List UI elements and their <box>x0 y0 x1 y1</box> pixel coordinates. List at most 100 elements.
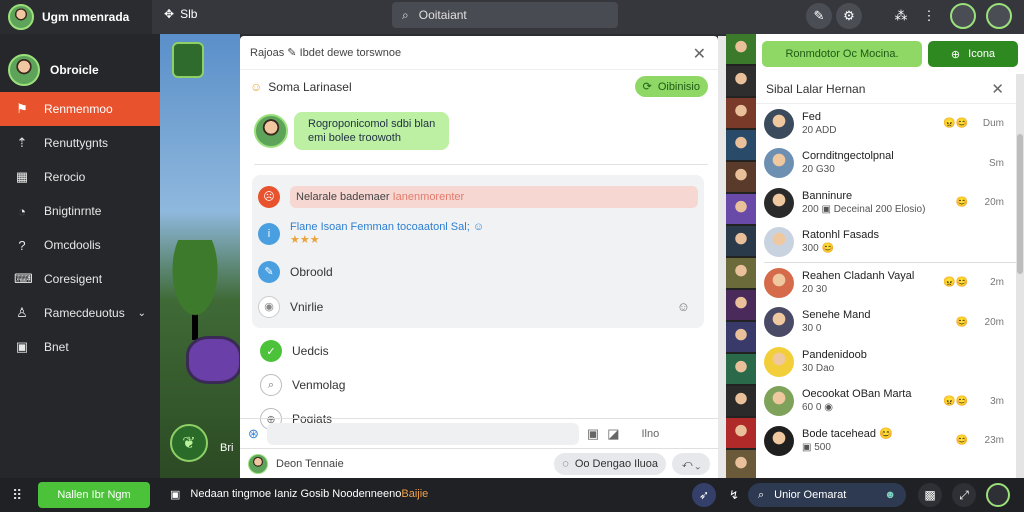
avatar <box>764 386 794 417</box>
sidebar-user[interactable]: Obroicle <box>0 34 160 92</box>
status-pill[interactable]: ⌕ Unior Oemarat ☻ <box>748 483 906 507</box>
search-icon: ⌕ <box>758 488 765 501</box>
friend-name: Ratonhl Fasads <box>802 229 880 242</box>
user-avatar <box>8 54 40 86</box>
grid-icon[interactable]: ⠿ <box>12 487 22 504</box>
option-view[interactable]: ◉ Vnirlie ☺ <box>258 289 698 324</box>
player-avatar[interactable] <box>726 290 756 320</box>
sidebar-item[interactable]: ♙ Ramecdeuotus ⌄ <box>0 296 160 330</box>
send-button[interactable]: Ilno <box>642 428 660 440</box>
player-avatar[interactable] <box>726 194 756 224</box>
search-input[interactable]: Ooitaiant <box>419 8 467 22</box>
player-avatar[interactable] <box>726 162 756 192</box>
primary-action-button[interactable]: Ronmdotor Oc Mocina. <box>762 41 922 67</box>
secondary-action-button[interactable]: ⊕ Icona <box>928 41 1018 67</box>
gift-icon[interactable]: ▩ <box>918 483 942 507</box>
warning-row[interactable]: ☹ Nelarale bademaer Ianenmorenter <box>258 179 698 214</box>
composer: ⊛ ▣ ◪ Ilno <box>240 418 718 448</box>
friend-row[interactable]: Banninure 200 ▣ Deceinal 200 Elosio) 😊 20m <box>756 183 1024 223</box>
pen-icon[interactable]: ✎ <box>806 3 832 29</box>
profile-avatar[interactable] <box>986 483 1010 507</box>
chevron-down-icon[interactable]: ⌄ <box>138 308 146 319</box>
sender-avatar[interactable] <box>254 114 288 148</box>
option-edit[interactable]: ✎ Obroold <box>258 254 698 289</box>
sidebar-item[interactable]: ⚑ Renmenmoo <box>0 92 160 126</box>
sidebar-item[interactable]: ▦ Rerocio <box>0 160 160 194</box>
status-button[interactable]: ⟳ Oibinisio <box>634 76 708 97</box>
player-avatar[interactable] <box>726 34 756 64</box>
bottom-bar: ⠿ Nallen Ibr Ngm ▣ Nedaan tingmoe Ianiz … <box>0 478 1024 512</box>
primary-bottom-button[interactable]: Nallen Ibr Ngm <box>38 482 150 508</box>
eye-icon: ◉ <box>258 295 280 318</box>
friend-row[interactable]: Reahen Cladanh Vayal 20 30 😠😊 2m <box>756 263 1024 303</box>
friend-row[interactable]: Senehe Mand 30 0 😊 20m <box>756 303 1024 343</box>
friends-scrollbar[interactable] <box>1016 74 1024 478</box>
reaction-icons: 😠😊 <box>943 277 968 289</box>
reaction-icons: 😊 <box>955 316 968 328</box>
sidebar-item[interactable]: ▣ Bnet <box>0 330 160 364</box>
timestamp: 23m <box>984 435 1004 447</box>
friends-header: Sibal Lalar Hernan ✕ <box>756 74 1024 104</box>
sidebar-item[interactable]: ◔ Bnigtinrnte <box>0 194 160 228</box>
sidebar-item[interactable]: ⇡ Renuttygnts <box>0 126 160 160</box>
close-icon[interactable]: ✕ <box>693 44 706 64</box>
news-ticker[interactable]: ▣ Nedaan tingmoe Ianiz Gosib Noodenneeno… <box>170 488 428 501</box>
player-avatar[interactable] <box>726 66 756 96</box>
sticker-icon[interactable]: ◪ <box>607 426 619 442</box>
friend-avatar[interactable] <box>950 3 976 29</box>
info-row[interactable]: i Flane Isoan Femman tocoaatonl Sal; ☺ ★… <box>258 214 698 254</box>
friend-row[interactable]: Cornditngectolpnal 20 G30 Sm <box>756 144 1024 184</box>
arrow-up-icon: ⇡ <box>16 135 28 150</box>
notifications-icon[interactable]: ⁂ <box>888 3 914 29</box>
player-avatar[interactable] <box>726 226 756 256</box>
leaf-icon[interactable]: ❦ <box>170 424 208 462</box>
player-avatar[interactable] <box>726 322 756 352</box>
message-input[interactable] <box>266 422 579 445</box>
emoji-picker-icon[interactable]: ☺ <box>677 299 690 314</box>
message-row: Rogroponicomol sdbi blan emi bolee troow… <box>240 104 718 154</box>
friend-row[interactable]: Oecookat OBan Marta 60 0 ◉ 😠😊 3m <box>756 382 1024 422</box>
image-icon[interactable]: ▣ <box>587 426 599 442</box>
modal-title: Rajoas ✎ Ibdet dewe torswnoe <box>250 47 402 59</box>
player-avatar[interactable] <box>726 258 756 288</box>
settings-icon[interactable]: ⚙ <box>836 3 862 29</box>
footer-pill-label: Oo Dengao Iluoa <box>574 458 658 470</box>
player-avatar[interactable] <box>726 418 756 448</box>
friend-row[interactable]: Pandenidoob 30 Dao <box>756 342 1024 382</box>
alert-icon: ☹ <box>258 185 280 208</box>
bolt-icon[interactable]: ↯ <box>722 483 746 507</box>
pencil-icon: ✎ <box>258 260 280 283</box>
player-avatar[interactable] <box>726 354 756 384</box>
close-icon[interactable]: ✕ <box>991 80 1004 98</box>
player-avatar[interactable] <box>726 450 756 478</box>
player-avatar[interactable] <box>726 386 756 416</box>
attach-icon[interactable]: ⊛ <box>248 426 259 442</box>
player-avatar[interactable] <box>726 98 756 128</box>
friend-info: Fed 20 ADD <box>802 110 836 138</box>
friend-row[interactable]: Ratonhl Fasads 300 😊 <box>756 223 1024 263</box>
expand-icon[interactable]: ⤢ <box>952 483 976 507</box>
list-item-confirm[interactable]: ✓ Uedcis <box>240 334 718 368</box>
sidebar-item[interactable]: ? Omcdoolis <box>0 228 160 262</box>
expand-button[interactable]: ⤺ ⌄ <box>672 453 710 475</box>
sidebar-item[interactable]: ⌨ Coresigent <box>0 262 160 296</box>
info-stars: ★★★ <box>290 234 320 246</box>
friend-name: Oecookat OBan Marta <box>802 388 912 401</box>
friend-row[interactable]: Fed 20 ADD 😠😊 Dum <box>756 104 1024 144</box>
footer-action-button[interactable]: ◌ Oo Dengao Iluoa <box>554 453 666 475</box>
footer-text: Deon Tennaie <box>276 457 344 470</box>
friend-name: Bode tacehead 😊 <box>802 427 893 440</box>
search-bar[interactable]: ⌕ Ooitaiant <box>392 2 618 28</box>
list-item-search[interactable]: ⌕ Venmolag <box>240 368 718 402</box>
profile-avatar[interactable] <box>986 3 1012 29</box>
navigation-icon[interactable]: ➶ <box>692 483 716 507</box>
avatar[interactable] <box>8 4 34 30</box>
friend-row[interactable]: Bode tacehead 😊 ▣ 500 😊 23m <box>756 421 1024 461</box>
menu-icon[interactable]: ⋮ <box>916 3 942 29</box>
modal-scrollbar[interactable] <box>718 36 726 478</box>
option-label: Obroold <box>290 264 333 279</box>
question-icon: ? <box>18 237 26 253</box>
player-avatar[interactable] <box>726 130 756 160</box>
player-avatar[interactable] <box>172 42 204 78</box>
game-selector[interactable]: ✥ Slb <box>164 7 197 21</box>
